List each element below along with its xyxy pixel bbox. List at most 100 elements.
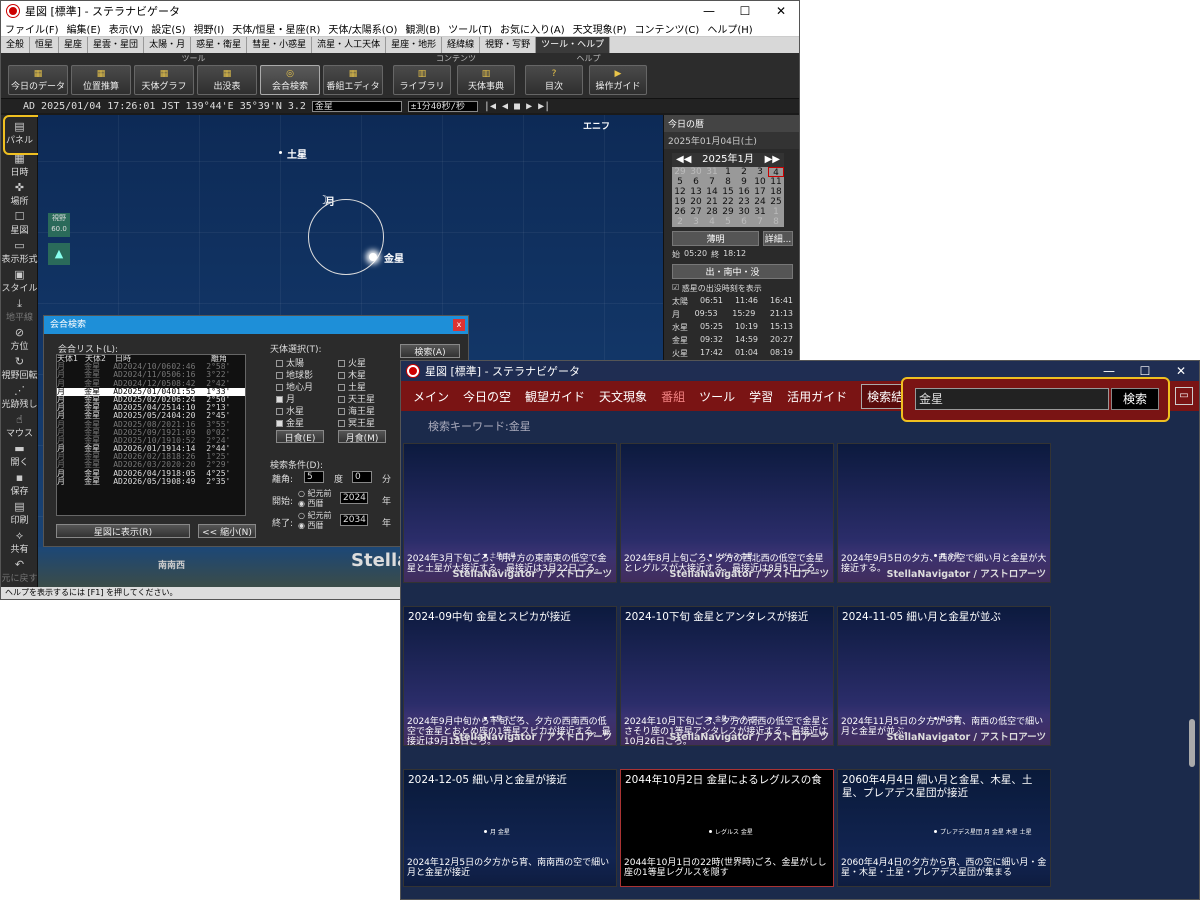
sep-minutes-input[interactable]: 0 — [352, 471, 372, 483]
calendar-day[interactable]: 18 — [768, 187, 784, 197]
target-select[interactable]: 金星 — [311, 100, 402, 112]
calendar-day[interactable]: 3 — [752, 167, 768, 177]
calendar-day[interactable]: 31 — [752, 207, 768, 217]
calendar-day[interactable]: 4 — [704, 217, 720, 227]
calendar-day[interactable]: 30 — [736, 207, 752, 217]
close-icon[interactable]: x — [453, 319, 465, 331]
show-on-chart-button[interactable]: 星図に表示(R) — [56, 524, 190, 538]
save-button[interactable]: ▪ 保存 — [1, 470, 38, 499]
tab-grid[interactable]: 経緯線 — [442, 37, 481, 53]
operation-guide-button[interactable]: ▶ 操作ガイド — [589, 65, 647, 95]
calendar-day[interactable]: 13 — [688, 187, 704, 197]
calendar-day[interactable]: 6 — [688, 177, 704, 187]
search-button[interactable]: 検索 — [1111, 388, 1159, 410]
calendar-day[interactable]: 17 — [752, 187, 768, 197]
venus-label[interactable]: 金星 — [384, 250, 404, 265]
next-month-icon[interactable]: ▶▶ — [765, 153, 780, 167]
conjunction-list[interactable]: 天体1 天体2 日時 離角 月金星 AD2024/10/06 02:46 2°58' 月… — [56, 354, 246, 516]
menu-view[interactable]: 表示(V) — [105, 21, 148, 36]
chart-button[interactable]: ☐ 星図 — [1, 209, 38, 238]
nav-learn[interactable]: 学習 — [749, 388, 773, 405]
result-tile[interactable]: 2024-10下旬 金星とアンタレスが接近金星 アンタレス2024年10月下旬ご… — [620, 606, 834, 746]
start-year-input[interactable]: 2024 — [340, 492, 368, 504]
menu-settings[interactable]: 設定(S) — [147, 21, 189, 36]
fov-value[interactable]: 3.2 — [288, 101, 306, 112]
program-editor-button[interactable]: ▦ 番組エディタ — [323, 65, 383, 95]
tab-nebulae[interactable]: 星雲・星団 — [88, 37, 145, 53]
calendar-day[interactable]: 29 — [720, 207, 736, 217]
calendar-day[interactable]: 30 — [688, 167, 704, 177]
scrollbar-thumb[interactable] — [1189, 719, 1195, 767]
calendar-day[interactable]: 8 — [720, 177, 736, 187]
calendar-day[interactable]: 16 — [736, 187, 752, 197]
conjunction-search-button[interactable]: ◎ 会合検索 — [260, 65, 320, 95]
calendar-day[interactable]: 7 — [704, 177, 720, 187]
nav-tonight[interactable]: 今日の空 — [463, 388, 511, 405]
horizon-button[interactable]: ⤓ 地平線 — [1, 296, 38, 325]
today-data-button[interactable]: ▦ 今日のデータ — [8, 65, 68, 95]
undo-button[interactable]: ↶ 元に戻す — [1, 557, 38, 586]
lunar-eclipse-button[interactable]: 月食(M) — [338, 430, 386, 444]
tab-stars[interactable]: 恒星 — [30, 37, 60, 53]
contents-index-button[interactable]: ? 目次 — [525, 65, 583, 95]
result-tile[interactable]: レグルス 金星2024年8月上旬ごろ、夕方の西北西の低空で金星とレグルスが大接近… — [620, 443, 834, 583]
result-tile[interactable]: 2024-09中旬 金星とスピカが接近金星 スピカ2024年9月中旬から下旬ごろ… — [403, 606, 617, 746]
end-ad-radio[interactable]: ◉ 西暦 — [298, 520, 324, 531]
venus-marker[interactable] — [369, 253, 377, 261]
result-tile[interactable]: 月 金星2024年9月5日の夕方、西の空で細い月と金星が大接近する。Stella… — [837, 443, 1051, 583]
calendar-day[interactable]: 28 — [704, 207, 720, 217]
tab-general[interactable]: 全般 — [1, 37, 31, 53]
menu-stars[interactable]: 天体/恒星・星座(R) — [228, 21, 324, 36]
trail-button[interactable]: ⋰ 光跡残し — [1, 383, 38, 412]
result-tile[interactable]: 2060年4月4日 細い月と金星、木星、土星、プレアデス星団が接近 プレアデス星団… — [837, 769, 1051, 887]
rise-set-checkbox[interactable]: ☑ 惑星の出没時刻を表示 — [664, 282, 799, 295]
menu-file[interactable]: ファイル(F) — [1, 21, 63, 36]
calendar-day[interactable]: 31 — [704, 167, 720, 177]
menu-favorites[interactable]: お気に入り(A) — [496, 21, 569, 36]
calendar-day[interactable]: 23 — [736, 197, 752, 207]
calendar-day[interactable]: 6 — [736, 217, 752, 227]
tab-constellations[interactable]: 星座 — [59, 37, 89, 53]
tab-comets[interactable]: 彗星・小惑星 — [247, 37, 313, 53]
calendar-day[interactable]: 25 — [768, 197, 784, 207]
calendar-day[interactable]: 20 — [688, 197, 704, 207]
tab-fov[interactable]: 視野・写野 — [480, 37, 537, 53]
tab-meteors[interactable]: 流星・人工天体 — [312, 37, 387, 53]
calendar-day[interactable]: 27 — [688, 207, 704, 217]
calendar-day[interactable]: 2 — [736, 167, 752, 177]
calendar-day[interactable]: 3 — [688, 217, 704, 227]
sep-degrees-input[interactable]: 5 — [304, 471, 324, 483]
share-button[interactable]: ⟡ 共有 — [1, 528, 38, 557]
calendar-day[interactable]: 29 — [672, 167, 688, 177]
calendar-day[interactable]: 12 — [672, 187, 688, 197]
nav-howto[interactable]: 活用ガイド — [787, 388, 847, 405]
calendar-day[interactable]: 14 — [704, 187, 720, 197]
menu-observe[interactable]: 観測(B) — [401, 21, 444, 36]
speed-select[interactable]: ±1分40秒/秒 — [407, 100, 478, 112]
minimize-button[interactable]: — — [691, 1, 727, 21]
calendar-day[interactable]: 1 — [768, 207, 784, 217]
open-button[interactable]: ▬ 開く — [1, 441, 38, 470]
calendar-day[interactable]: 1 — [720, 167, 736, 177]
shrink-button[interactable]: << 縮小(N) — [198, 524, 256, 538]
details-button[interactable]: 詳細... — [763, 231, 793, 246]
calendar-day[interactable]: 24 — [752, 197, 768, 207]
calendar-day[interactable]: 9 — [736, 177, 752, 187]
result-tile[interactable]: 2024-12-05 細い月と金星が接近月 金星 2024年12月5日の夕方から宵… — [403, 769, 617, 887]
object-checkbox[interactable]: 金星 — [276, 416, 304, 429]
datetime[interactable]: 2025/01/04 17:26:01 JST — [41, 101, 179, 112]
calendar-day[interactable]: 5 — [672, 177, 688, 187]
rise-set-table-button[interactable]: ▦ 出没表 — [197, 65, 257, 95]
start-ad-radio[interactable]: ◉ 西暦 — [298, 498, 324, 509]
library-button[interactable]: ▥ ライブラリ — [393, 65, 451, 95]
direction-button[interactable]: ⊘ 方位 — [1, 325, 38, 354]
menu-solar[interactable]: 天体/太陽系(O) — [324, 21, 401, 36]
calendar-day[interactable]: 11 — [768, 177, 784, 187]
end-year-input[interactable]: 2034 — [340, 514, 368, 526]
location-button[interactable]: ✜ 場所 — [1, 180, 38, 209]
latitude[interactable]: 35°39'N — [240, 101, 282, 112]
mouse-button[interactable]: ☝ マウス — [1, 412, 38, 441]
menu-help[interactable]: ヘルプ(H) — [703, 21, 756, 36]
prev-month-icon[interactable]: ◀◀ — [676, 153, 691, 167]
calendar-day[interactable]: 19 — [672, 197, 688, 207]
